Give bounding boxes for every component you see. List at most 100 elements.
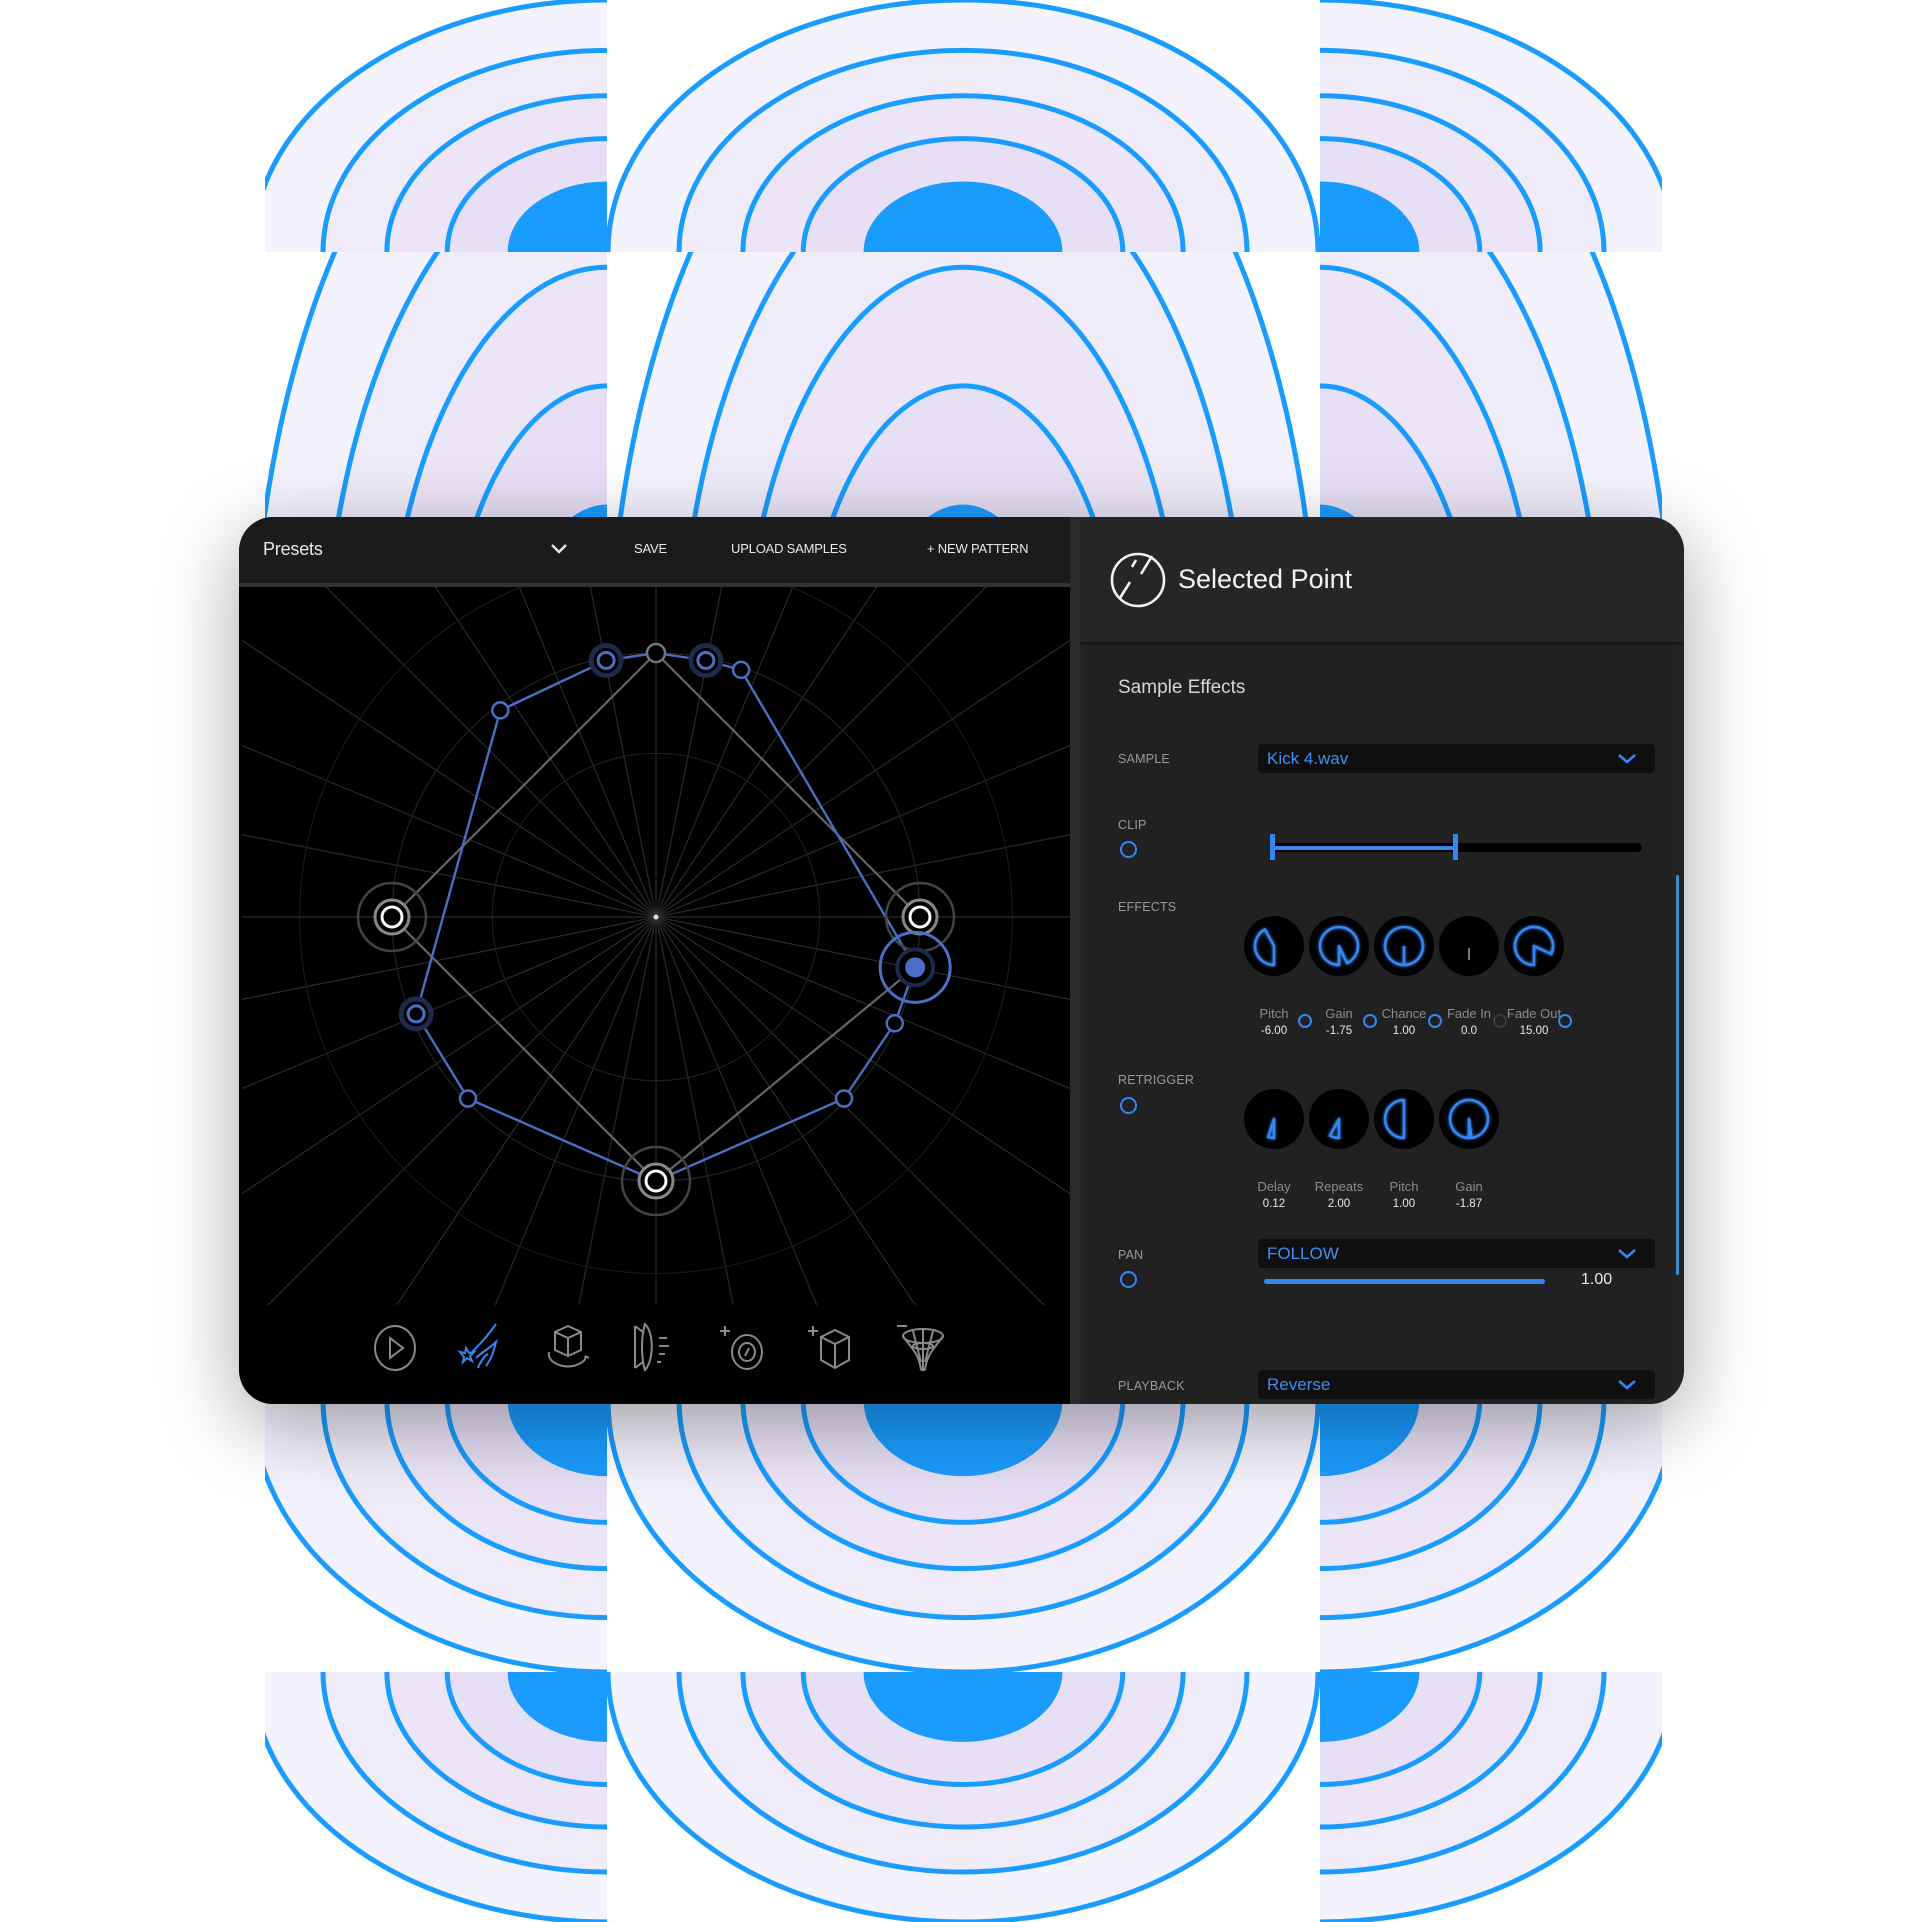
node-core [645,642,667,664]
graph-node-n5[interactable] [398,996,434,1032]
app-window: Presets SAVE UPLOAD SAMPLES + NEW PATTER… [239,517,1684,1404]
chevron-down-icon [1618,1249,1636,1259]
grid-spoke [655,916,1070,1000]
knob-dial[interactable] [1373,1088,1435,1150]
node-core [834,1089,854,1108]
upload-samples-button[interactable]: UPLOAD SAMPLES [731,541,847,556]
node-core [905,957,926,978]
clip-range-fill [1270,846,1456,850]
grid-spoke [518,587,657,918]
pan-slider[interactable] [1264,1279,1545,1284]
pattern-editor-panel: Presets SAVE UPLOAD SAMPLES + NEW PATTER… [239,517,1070,1404]
retrigger-toggle[interactable] [1120,1097,1137,1114]
knob-dial[interactable] [1243,915,1305,977]
section-title: Sample Effects [1118,677,1246,698]
grid-spoke [242,744,657,918]
selected-point-header: Selected Point [1080,517,1684,645]
panel-scrollbar[interactable] [1676,875,1679,1275]
playback-select[interactable]: Reverse [1258,1370,1655,1399]
sample-select-value: Kick 4.wav [1267,749,1349,768]
grid-spoke [242,639,657,918]
node-ring [688,642,724,678]
node-ring [398,996,434,1032]
grid-center [653,914,659,920]
node-core [458,1089,478,1108]
playback-select-value: Reverse [1267,1375,1331,1394]
add-knob-icon[interactable] [719,1322,769,1374]
knob-dial[interactable] [1308,915,1370,977]
knob-dial[interactable] [1438,1088,1500,1150]
graph-node-n8[interactable] [834,1089,854,1108]
node-core [491,701,510,720]
grid-spoke [325,587,657,918]
panel-title: Selected Point [1178,564,1353,594]
node-core [885,1014,905,1033]
sample-effects-section[interactable]: Sample Effects SAMPLE Kick 4.wav CLIP EF… [1086,645,1679,1404]
clip-range-slider[interactable] [1270,834,1642,860]
play-icon[interactable] [370,1322,420,1374]
node-ring [588,642,624,678]
sample-select[interactable]: Kick 4.wav [1258,744,1655,773]
add-cube-icon[interactable] [807,1322,857,1374]
pattern-header: Presets SAVE UPLOAD SAMPLES + NEW PATTER… [239,517,1070,587]
knob-value: -1.87 [1455,1198,1483,1210]
node-ring [901,898,939,936]
playback-label: PLAYBACK [1118,1379,1185,1393]
chevron-down-icon[interactable] [550,543,568,555]
graph-node-n1[interactable] [588,642,624,678]
chevron-down-icon [1618,754,1636,764]
grid-spoke [655,834,1070,918]
pattern-graph-canvas[interactable] [242,587,1070,1404]
grid-spoke [242,916,657,1090]
knob-dial[interactable] [1503,915,1565,977]
effects-label: EFFECTS [1118,900,1177,914]
clip-start-handle[interactable] [1270,834,1275,860]
grid-spoke [655,916,1070,1090]
clip-toggle[interactable] [1120,841,1137,858]
knob-label: Gain [1455,1179,1483,1194]
graph-node-top[interactable] [645,642,667,664]
pan-mode-select[interactable]: FOLLOW [1258,1239,1655,1268]
rotate-cube-icon[interactable] [543,1322,593,1374]
sample-label: SAMPLE [1118,752,1170,766]
clip-label: CLIP [1118,818,1147,832]
grid-spoke [242,916,657,1000]
tool-bar [239,1322,1070,1378]
graph-node-selected[interactable] [878,930,952,1004]
pan-value: 1.00 [1581,1271,1613,1288]
grid-spoke [655,587,878,918]
node-ring [637,1162,675,1200]
new-pattern-button[interactable]: + NEW PATTERN [927,541,1028,556]
grid-spoke [434,587,657,918]
shooting-star-hand-icon[interactable] [456,1322,506,1374]
save-button[interactable]: SAVE [634,541,667,556]
knob-gain[interactable]: Gain -1.87 [1429,1088,1509,1210]
knob-body [1439,916,1499,976]
graph-node-n4[interactable] [491,701,510,720]
pan-label: PAN [1118,1248,1144,1262]
graph-node-n7[interactable] [458,1089,478,1108]
knob-dial[interactable] [1308,1088,1370,1150]
graph-node-n6[interactable] [885,1014,905,1033]
graph-node-n2[interactable] [688,642,724,678]
pan-mode-value: FOLLOW [1267,1244,1339,1263]
knob-dial[interactable] [1438,915,1500,977]
knob-dial[interactable] [1373,915,1435,977]
node-core [731,660,751,680]
grid-spoke [655,639,1070,918]
retrigger-label: RETRIGGER [1118,1073,1195,1087]
grid-spoke [655,587,987,918]
selected-point-panel: Selected Point Sample Effects SAMPLE Kic… [1080,517,1684,1404]
node-ring [373,898,411,936]
knob-dial[interactable] [1243,1088,1305,1150]
presets-dropdown-label[interactable]: Presets [263,539,323,560]
gray-edge [655,966,916,1182]
chevron-down-icon [1618,1380,1636,1390]
mirror-speed-icon[interactable] [629,1322,679,1374]
knob-dial-icon [1110,552,1166,608]
graph-node-n3[interactable] [731,660,751,680]
clip-end-handle[interactable] [1453,834,1458,860]
pan-toggle[interactable] [1120,1271,1137,1288]
remove-funnel-icon[interactable] [895,1322,945,1374]
knob-enable-toggle[interactable] [1558,1014,1572,1028]
